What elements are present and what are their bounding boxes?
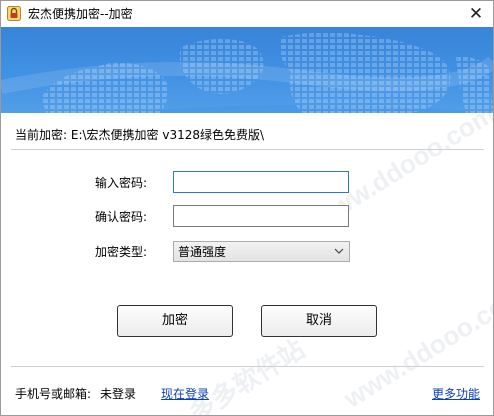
confirm-password-label: 确认密码: — [94, 210, 147, 224]
cancel-button[interactable]: 取消 — [261, 305, 377, 337]
title-bar: 宏杰便携加密--加密 ✕ — [1, 1, 493, 27]
watermark: 多多软件站 — [183, 333, 310, 416]
encryption-type-select[interactable]: 普通强度 — [173, 241, 350, 262]
header-banner — [1, 27, 493, 113]
app-window: 宏杰便携加密--加密 ✕ www.ddooo.com 多多软件站 www.ddo… — [0, 0, 494, 416]
current-path-value: E:\宏杰便携加密 v3128绿色免费版\ — [70, 128, 265, 142]
lock-app-icon — [7, 6, 21, 21]
more-features-link[interactable]: 更多功能 — [432, 386, 480, 402]
account-label: 手机号或邮箱: — [15, 387, 92, 401]
password-input[interactable] — [173, 171, 349, 193]
map-pattern-graphic — [1, 27, 493, 113]
divider — [11, 149, 484, 150]
close-button[interactable]: ✕ — [465, 4, 487, 24]
encryption-type-value: 普通强度 — [178, 245, 227, 259]
account-status: 未登录 — [100, 387, 137, 401]
encrypt-button[interactable]: 加密 — [117, 305, 233, 337]
divider — [11, 366, 484, 367]
close-icon: ✕ — [468, 4, 484, 24]
login-link[interactable]: 现在登录 — [161, 386, 209, 402]
confirm-password-input[interactable] — [173, 205, 349, 227]
chevron-down-icon — [334, 248, 344, 254]
window-title: 宏杰便携加密--加密 — [28, 7, 133, 21]
current-path-row: 当前加密: E:\宏杰便携加密 v3128绿色免费版\ — [15, 127, 264, 143]
current-path-label: 当前加密: — [15, 128, 68, 142]
password-label: 输入密码: — [94, 176, 147, 190]
encryption-type-label: 加密类型: — [94, 245, 147, 259]
